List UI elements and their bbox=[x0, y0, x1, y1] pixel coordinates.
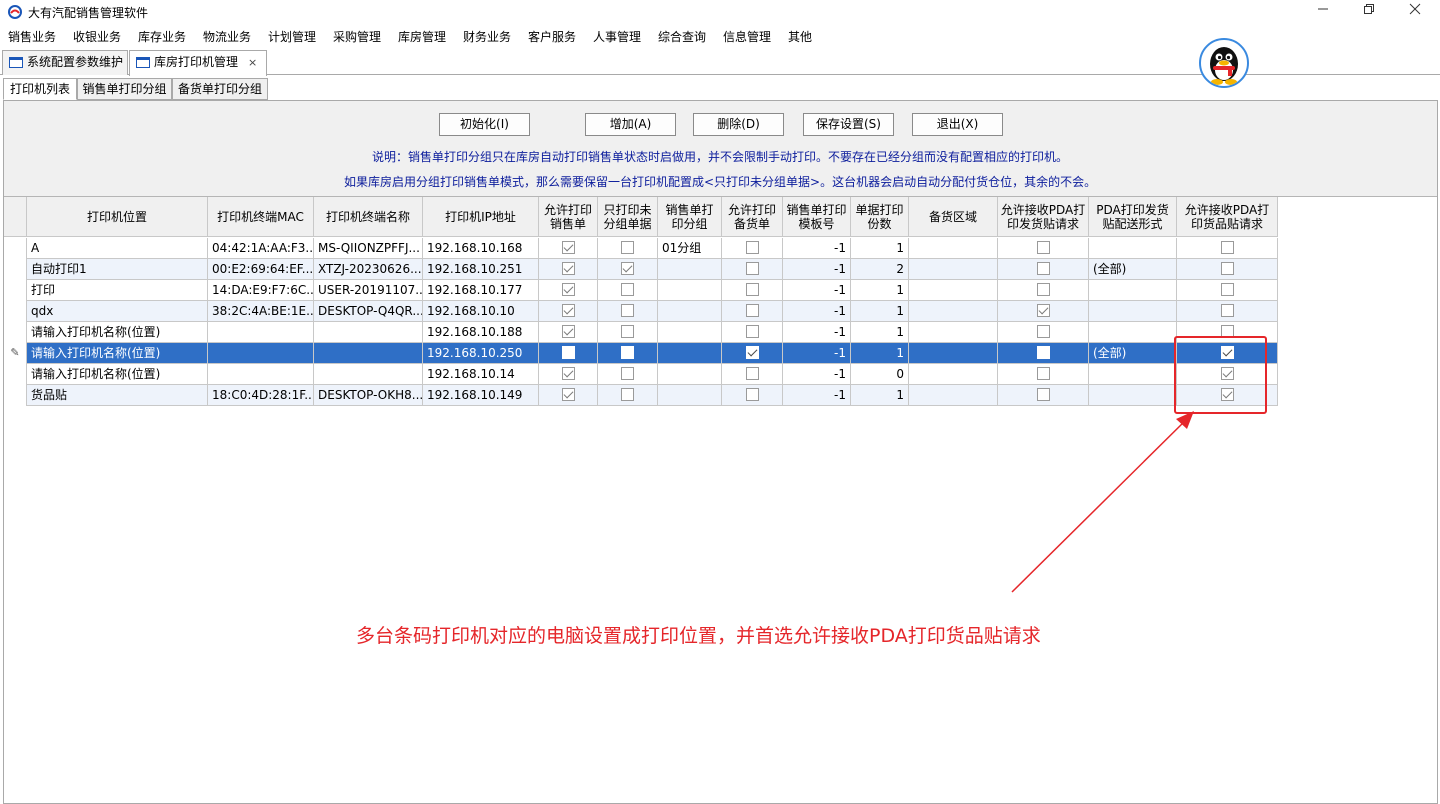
annotation-arrow bbox=[1011, 411, 1194, 593]
annotation-text: 多台条码打印机对应的电脑设置成打印位置，并首选允许接收PDA打印货品贴请求 bbox=[356, 625, 1041, 647]
